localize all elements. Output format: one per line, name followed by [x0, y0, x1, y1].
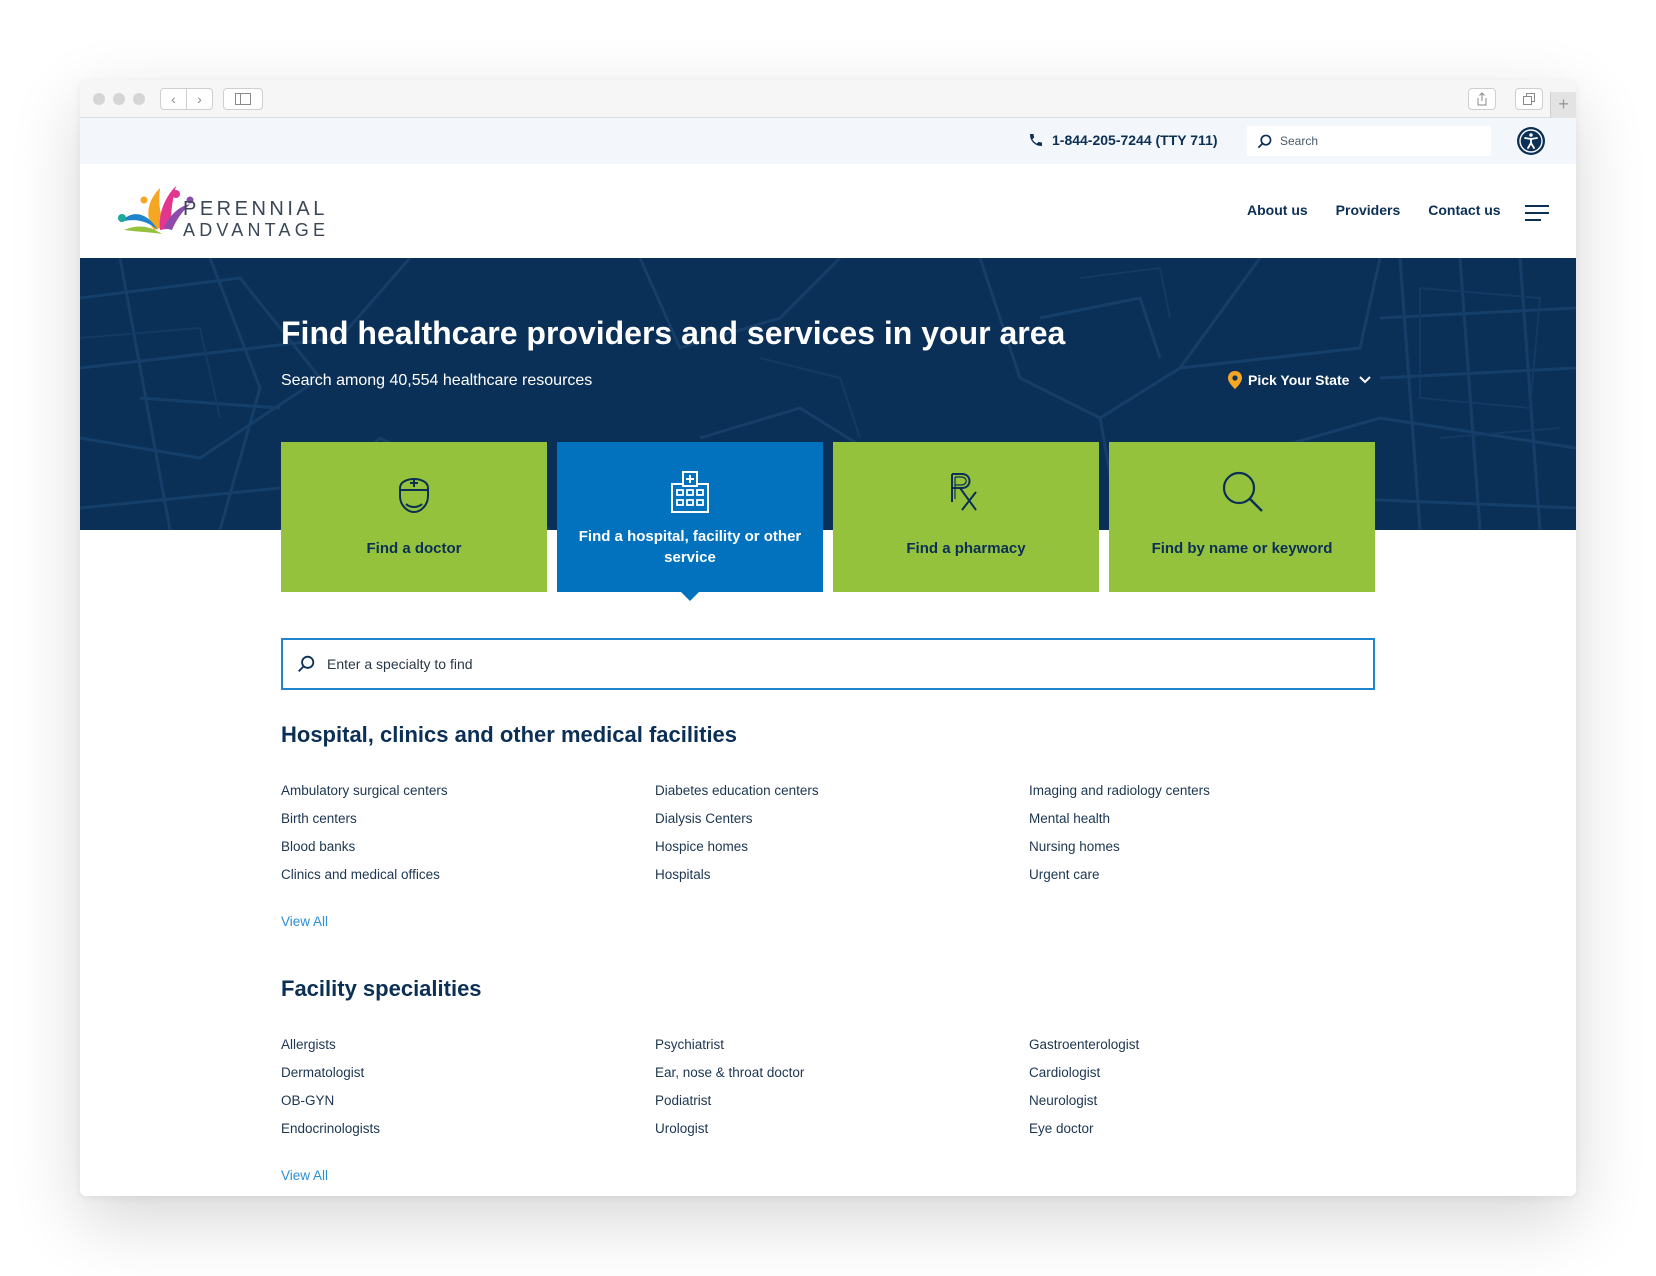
hero-subtitle: Search among 40,554 healthcare resources — [281, 372, 593, 389]
phone-icon — [1030, 134, 1042, 146]
facility-link[interactable]: Nursing homes — [1029, 838, 1375, 856]
tile-find-pharmacy-label: Find a pharmacy — [906, 540, 1026, 557]
nav-contact-us[interactable]: Contact us — [1428, 202, 1500, 218]
site-search-placeholder: Search — [1280, 134, 1319, 148]
brand-name-line1: PERENNIAL — [183, 198, 328, 220]
speciality-link[interactable]: Dermatologist — [281, 1064, 655, 1082]
specialty-search-placeholder: Enter a specialty to find — [327, 656, 473, 672]
specialities-section-title: Facility specialities — [281, 976, 482, 1001]
specialty-search-input[interactable]: Enter a specialty to find — [281, 638, 1375, 690]
sidebar-toggle-icon[interactable] — [223, 88, 263, 110]
speciality-link[interactable]: Endocrinologists — [281, 1120, 655, 1138]
chevron-down-icon — [1359, 376, 1372, 384]
brand-name-line2: ADVANTAGE — [183, 220, 330, 240]
phone-link[interactable]: 1-844-205-7244 (TTY 711) — [1028, 132, 1218, 148]
location-pin-icon — [1228, 371, 1242, 389]
back-arrow-icon[interactable]: ‹ — [160, 88, 187, 110]
tile-find-doctor-label: Find a doctor — [366, 540, 462, 557]
speciality-link[interactable]: Psychiatrist — [655, 1036, 1029, 1054]
search-icon — [298, 655, 315, 672]
phone-number: 1-844-205-7244 (TTY 711) — [1052, 132, 1218, 148]
facility-link[interactable]: Urgent care — [1029, 866, 1375, 884]
facility-link[interactable]: Hospitals — [655, 866, 1029, 884]
accessibility-icon[interactable] — [1516, 126, 1546, 156]
main-nav: About us Providers Contact us — [1247, 202, 1501, 218]
utility-bar: 1-844-205-7244 (TTY 711) Search — [80, 118, 1576, 164]
tile-find-doctor[interactable]: Find a doctor — [281, 442, 547, 592]
state-picker-dropdown[interactable]: Pick Your State — [1228, 371, 1372, 389]
facility-link[interactable]: Blood banks — [281, 838, 655, 856]
window-minimize-dot[interactable] — [113, 93, 125, 105]
speciality-link[interactable]: Podiatrist — [655, 1092, 1029, 1110]
magnifier-icon — [1222, 471, 1263, 512]
tabs-overview-icon[interactable] — [1515, 88, 1543, 110]
hero-title: Find healthcare providers and services i… — [281, 315, 1066, 351]
search-category-tiles: Find a doctor Find a hospital, facility … — [281, 442, 1375, 601]
speciality-link[interactable]: Ear, nose & throat doctor — [655, 1064, 1029, 1082]
tile-find-keyword[interactable]: Find by name or keyword — [1109, 442, 1375, 592]
facility-link[interactable]: Ambulatory surgical centers — [281, 782, 655, 800]
window-zoom-dot[interactable] — [133, 93, 145, 105]
facility-link[interactable]: Hospice homes — [655, 838, 1029, 856]
site-search-input[interactable]: Search — [1247, 126, 1491, 156]
speciality-link[interactable]: OB-GYN — [281, 1092, 655, 1110]
facility-link[interactable]: Dialysis Centers — [655, 810, 1029, 828]
brand-logo[interactable]: PERENNIAL ADVANTAGE — [114, 178, 325, 240]
facilities-section-title: Hospital, clinics and other medical faci… — [281, 722, 738, 747]
facility-link[interactable]: Imaging and radiology centers — [1029, 782, 1375, 800]
browser-window: ‹ › + 1-844-205-7244 (TTY 711) Search PE… — [80, 80, 1576, 1196]
speciality-link[interactable]: Allergists — [281, 1036, 655, 1054]
forward-arrow-icon[interactable]: › — [186, 88, 213, 110]
doctor-icon — [399, 478, 429, 514]
facility-link[interactable]: Diabetes education centers — [655, 782, 1029, 800]
rx-icon — [951, 473, 977, 511]
specialities-link-grid: Allergists Psychiatrist Gastroenterologi… — [281, 1036, 1375, 1138]
tile-find-keyword-label: Find by name or keyword — [1151, 540, 1333, 557]
facility-link[interactable]: Mental health — [1029, 810, 1375, 828]
speciality-link[interactable]: Gastroenterologist — [1029, 1036, 1375, 1054]
speciality-link[interactable]: Neurologist — [1029, 1092, 1375, 1110]
facilities-link-grid: Ambulatory surgical centers Diabetes edu… — [281, 782, 1375, 884]
new-tab-icon[interactable]: + — [1550, 92, 1576, 118]
browser-toolbar: ‹ › + — [80, 80, 1576, 118]
nav-providers[interactable]: Providers — [1336, 202, 1401, 218]
nav-about-us[interactable]: About us — [1247, 202, 1308, 218]
speciality-link[interactable]: Eye doctor — [1029, 1120, 1375, 1138]
site-header: PERENNIAL ADVANTAGE About us Providers C… — [80, 164, 1576, 258]
facility-link[interactable]: Birth centers — [281, 810, 655, 828]
tile-find-hospital-label: Find a hospital, facility or other servi… — [578, 528, 802, 566]
hospital-icon — [671, 471, 709, 513]
facilities-view-all-link[interactable]: View All — [281, 914, 328, 929]
search-icon — [1257, 134, 1272, 148]
speciality-link[interactable]: Urologist — [655, 1120, 1029, 1138]
facility-link[interactable]: Clinics and medical offices — [281, 866, 655, 884]
hamburger-menu-icon[interactable] — [1525, 204, 1549, 222]
specialities-view-all-link[interactable]: View All — [281, 1168, 328, 1183]
tile-find-hospital[interactable]: Find a hospital, facility or other servi… — [557, 442, 823, 601]
window-close-dot[interactable] — [93, 93, 105, 105]
speciality-link[interactable]: Cardiologist — [1029, 1064, 1375, 1082]
share-icon[interactable] — [1468, 88, 1496, 110]
state-picker-label: Pick Your State — [1248, 372, 1350, 388]
tile-find-pharmacy[interactable]: Find a pharmacy — [833, 442, 1099, 592]
